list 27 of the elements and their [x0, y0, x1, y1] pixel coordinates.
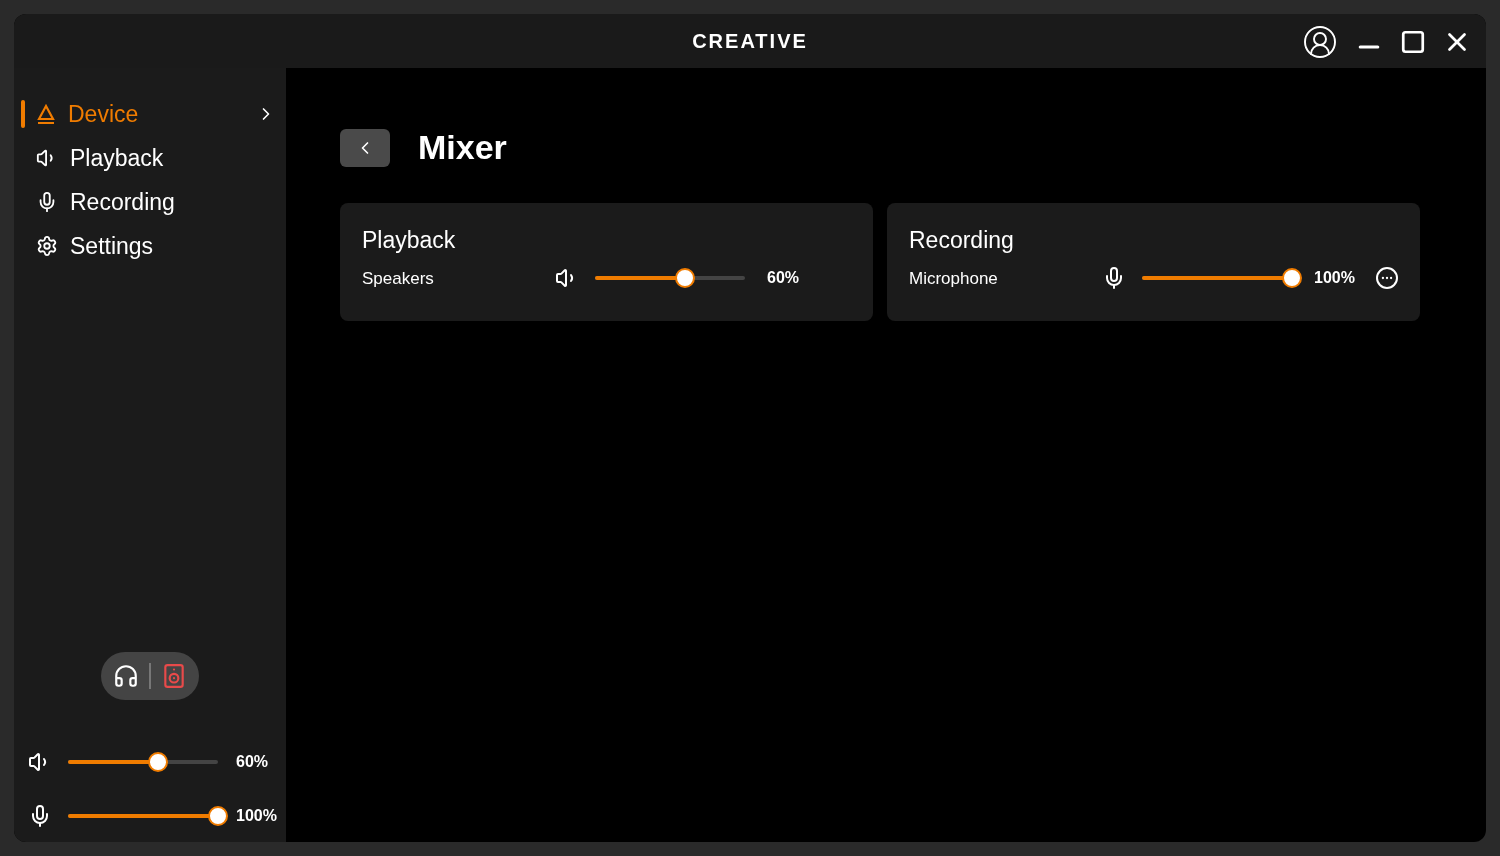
page-title: Mixer — [418, 127, 507, 168]
output-switch[interactable] — [101, 652, 199, 700]
volume-reading: 60% — [767, 268, 801, 289]
nav-item[interactable]: Recording — [14, 180, 286, 224]
card-title: Recording — [909, 226, 1014, 255]
slider-thumb[interactable] — [148, 752, 168, 772]
device-name: Microphone — [909, 267, 999, 290]
device-name: Speakers — [362, 267, 435, 290]
settings-icon — [36, 235, 58, 257]
account-icon[interactable] — [1302, 24, 1338, 60]
speaker-icon[interactable] — [161, 663, 187, 689]
nav-item[interactable]: Settings — [14, 224, 286, 268]
nav-item[interactable]: Playback — [14, 136, 286, 180]
triangle-icon — [36, 103, 56, 125]
volume-reading: 60% — [236, 752, 269, 772]
slider-thumb[interactable] — [208, 806, 228, 826]
headphones-icon[interactable] — [113, 663, 139, 689]
maximize-icon[interactable] — [1400, 29, 1426, 55]
slider-thumb[interactable] — [675, 268, 695, 289]
back-button[interactable] — [340, 128, 390, 167]
more-icon[interactable] — [1376, 267, 1398, 290]
volume-reading: 100% — [1314, 268, 1356, 289]
nav-item[interactable]: Device — [14, 92, 286, 136]
card-title: Playback — [362, 226, 456, 255]
brand-logo: CREATIVE — [692, 29, 808, 54]
volume-reading: 100% — [236, 806, 277, 826]
slider-thumb[interactable] — [1282, 268, 1302, 289]
